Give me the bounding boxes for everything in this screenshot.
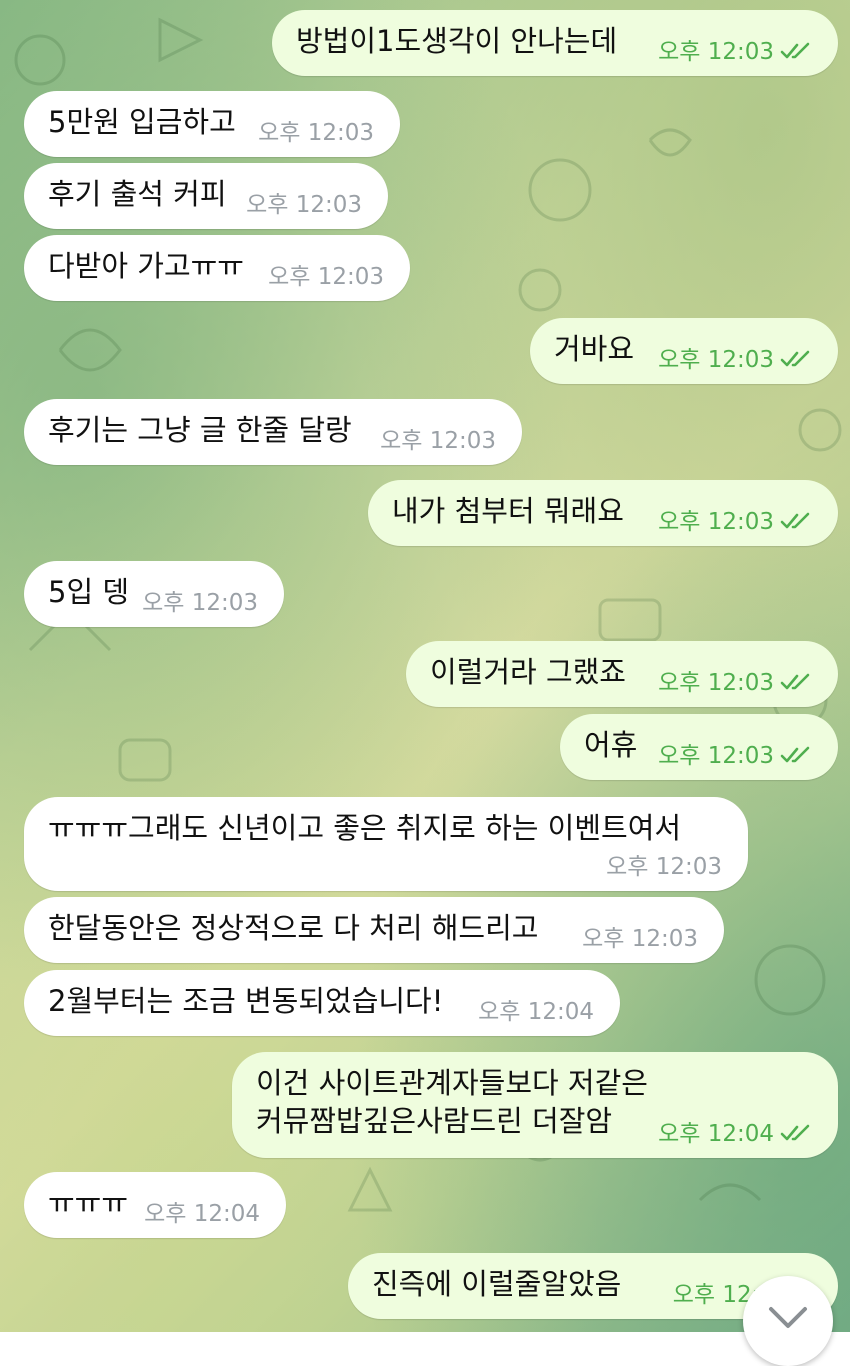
incoming-message[interactable]: 한달동안은 정상적으로 다 처리 해드리고 오후 12:03 xyxy=(24,897,724,963)
incoming-message[interactable]: 5만원 입금하고 오후 12:03 xyxy=(24,91,400,157)
message-time: 오후 12:03 xyxy=(658,670,774,696)
message-meta: 오후 12:03 xyxy=(258,119,374,147)
message-meta: 오후 12:03 xyxy=(658,508,812,536)
message-text: 5입 뎅 xyxy=(48,575,130,609)
message-meta: 오후 12:03 xyxy=(606,853,722,881)
incoming-message[interactable]: 후기 출석 커피 오후 12:03 xyxy=(24,163,388,229)
double-check-icon xyxy=(780,673,810,690)
message-time: 오후 12:04 xyxy=(478,999,594,1025)
message-text: 후기는 그냥 글 한줄 달랑 xyxy=(48,413,352,447)
message-text: 이건 사이트관계자들보다 저같은 커뮤짬밥깊은사람드린 더잘암 xyxy=(256,1066,648,1138)
outgoing-message[interactable]: 이럴거라 그랬죠 오후 12:03 xyxy=(406,641,838,707)
double-check-icon xyxy=(780,746,810,763)
message-meta: 오후 12:03 xyxy=(142,589,258,617)
message-time: 오후 12:03 xyxy=(268,264,384,290)
message-text: 내가 첨부터 뭐래요 xyxy=(392,494,624,528)
message-time: 오후 12:03 xyxy=(246,192,362,218)
double-check-icon xyxy=(780,1124,810,1141)
message-text: 다받아 가고ㅠㅠ xyxy=(48,249,244,283)
message-time: 오후 12:03 xyxy=(380,428,496,454)
message-text: 후기 출석 커피 xyxy=(48,177,227,211)
message-text: 어휴 xyxy=(584,728,638,762)
message-text: ㅠㅠㅠ그래도 신년이고 좋은 취지로 하는 이벤트여서 xyxy=(48,811,682,845)
outgoing-message[interactable]: 이건 사이트관계자들보다 저같은 커뮤짬밥깊은사람드린 더잘암오후 12:04 xyxy=(232,1052,838,1158)
message-meta: 오후 12:04 xyxy=(478,998,594,1026)
incoming-message[interactable]: ㅠㅠㅠ그래도 신년이고 좋은 취지로 하는 이벤트여서오후 12:03 xyxy=(24,797,748,891)
chevron-down-icon xyxy=(769,1307,807,1328)
message-meta: 오후 12:03 xyxy=(658,38,812,66)
message-meta: 오후 12:03 xyxy=(582,925,698,953)
message-time: 오후 12:04 xyxy=(658,1121,774,1147)
message-text: 한달동안은 정상적으로 다 처리 해드리고 xyxy=(48,911,539,945)
message-text: ㅠㅠㅠ xyxy=(48,1186,129,1220)
message-meta: 오후 12:03 xyxy=(380,427,496,455)
message-text: 5만원 입금하고 xyxy=(48,105,236,139)
message-time: 오후 12:03 xyxy=(142,590,258,616)
double-check-icon xyxy=(780,512,810,529)
incoming-message[interactable]: ㅠㅠㅠ 오후 12:04 xyxy=(24,1172,286,1238)
message-time: 오후 12:03 xyxy=(658,39,774,65)
message-time: 오후 12:03 xyxy=(658,347,774,373)
message-text: 진즉에 이럴줄알았음 xyxy=(372,1267,622,1301)
incoming-message[interactable]: 5입 뎅 오후 12:03 xyxy=(24,561,284,627)
incoming-message[interactable]: 다받아 가고ㅠㅠ 오후 12:03 xyxy=(24,235,410,301)
message-time: 오후 12:04 xyxy=(144,1201,260,1227)
message-meta: 오후 12:03 xyxy=(246,191,362,219)
incoming-message[interactable]: 2월부터는 조금 변동되었습니다! 오후 12:04 xyxy=(24,970,620,1036)
message-meta: 오후 12:03 xyxy=(268,263,384,291)
message-time: 오후 12:03 xyxy=(658,509,774,535)
message-meta: 오후 12:04 xyxy=(658,1120,812,1148)
outgoing-message[interactable]: 어휴 오후 12:03 xyxy=(560,714,838,780)
incoming-message[interactable]: 후기는 그냥 글 한줄 달랑 오후 12:03 xyxy=(24,399,522,465)
outgoing-message[interactable]: 내가 첨부터 뭐래요 오후 12:03 xyxy=(368,480,838,546)
outgoing-message[interactable]: 방법이1도생각이 안나는데 오후 12:03 xyxy=(272,10,838,76)
message-text: 이럴거라 그랬죠 xyxy=(430,655,626,689)
double-check-icon xyxy=(780,42,810,59)
outgoing-message[interactable]: 거바요 오후 12:03 xyxy=(530,318,838,384)
message-meta: 오후 12:03 xyxy=(658,742,812,770)
scroll-down-button[interactable] xyxy=(743,1276,833,1366)
double-check-icon xyxy=(780,350,810,367)
message-time: 오후 12:03 xyxy=(658,743,774,769)
message-meta: 오후 12:03 xyxy=(658,669,812,697)
message-meta: 오후 12:04 xyxy=(144,1200,260,1228)
message-time: 오후 12:03 xyxy=(606,854,722,880)
message-text: 2월부터는 조금 변동되었습니다! xyxy=(48,984,444,1018)
message-time: 오후 12:03 xyxy=(258,120,374,146)
message-time: 오후 12:03 xyxy=(582,926,698,952)
message-text: 거바요 xyxy=(554,332,635,366)
message-meta: 오후 12:03 xyxy=(658,346,812,374)
message-text: 방법이1도생각이 안나는데 xyxy=(296,24,618,58)
